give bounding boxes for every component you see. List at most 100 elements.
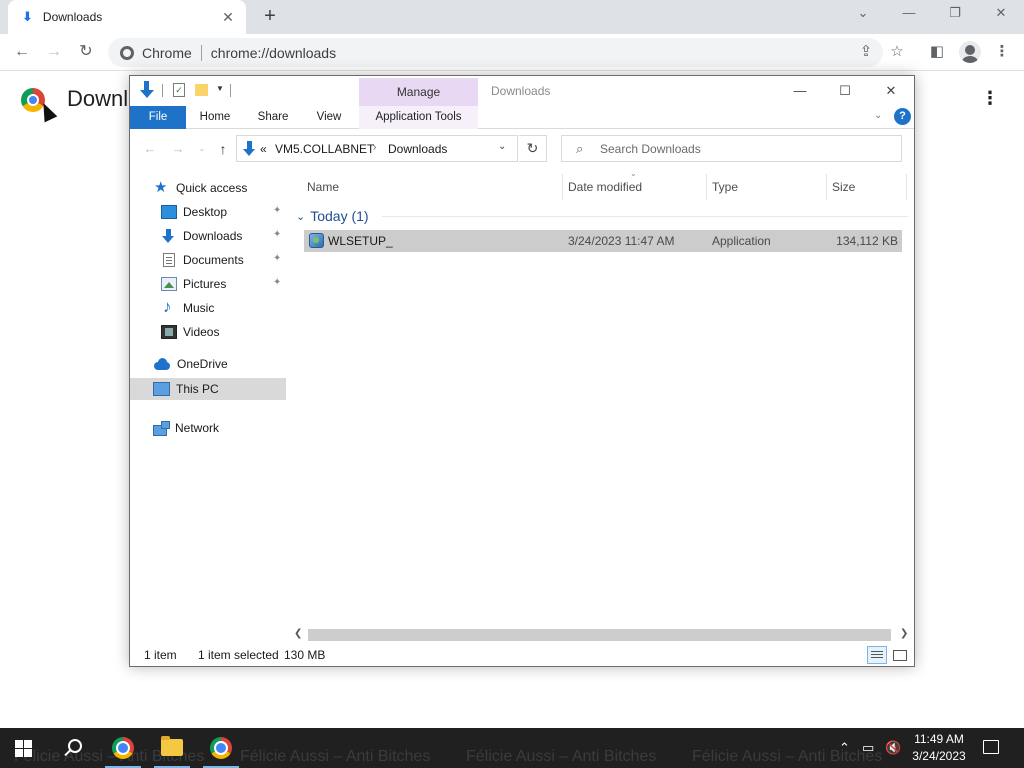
qat-separator	[162, 84, 163, 97]
file-row-wlsetup[interactable]: WLSETUP_ 3/24/2023 11:47 AM Application …	[304, 230, 902, 252]
volume-muted-icon[interactable]: 🔇	[885, 740, 901, 756]
status-selected: 1 item selected	[198, 648, 279, 662]
tab-downloads[interactable]: ⬇ Downloads ✕	[8, 0, 246, 34]
tab-home[interactable]: Home	[190, 106, 240, 129]
search-input[interactable]	[600, 139, 890, 158]
side-panel-icon[interactable]: ◧	[926, 41, 948, 63]
up-arrow-icon[interactable]: ↑	[215, 141, 231, 157]
download-icon: ⬇	[22, 9, 33, 24]
breadcrumb-overflow[interactable]: «	[260, 142, 267, 156]
restore-button[interactable]: ❐	[943, 5, 967, 25]
group-divider	[382, 216, 908, 217]
tab-search-icon[interactable]: ⌄	[851, 5, 875, 25]
profile-avatar[interactable]	[959, 41, 981, 63]
nav-desktop[interactable]: Desktop ✦	[130, 201, 286, 223]
scroll-left-icon[interactable]: ❮	[294, 628, 302, 639]
application-icon	[309, 233, 324, 248]
file-date-modified: 3/24/2023 11:47 AM	[568, 234, 675, 248]
bookmark-star-icon[interactable]: ☆	[886, 41, 908, 63]
start-button[interactable]	[15, 740, 32, 757]
breadcrumb-vm5-collabnet[interactable]: VM5.COLLABNET	[275, 142, 374, 156]
column-divider[interactable]	[706, 174, 707, 200]
scroll-right-icon[interactable]: ❯	[900, 628, 908, 639]
taskbar-clock[interactable]: 11:49 AM 3/24/2023	[904, 731, 974, 765]
reload-button[interactable]: ↻	[74, 41, 98, 63]
new-tab-button[interactable]: +	[258, 6, 282, 28]
network-icon	[153, 421, 170, 436]
collapse-group-icon[interactable]: ⌄	[296, 210, 305, 223]
tab-file[interactable]: File	[130, 106, 186, 129]
refresh-button[interactable]: ↻	[519, 135, 547, 162]
column-header-name[interactable]: Name	[307, 177, 339, 197]
column-divider[interactable]	[826, 174, 827, 200]
address-dropdown-icon[interactable]: ⌄	[498, 141, 506, 152]
help-icon[interactable]: ?	[894, 108, 911, 125]
pin-icon: ✦	[273, 277, 282, 288]
nav-music[interactable]: Music	[130, 297, 286, 319]
file-explorer-icon	[161, 736, 183, 756]
column-header-size[interactable]: Size	[832, 177, 855, 197]
search-box[interactable]: ⌕	[561, 135, 902, 162]
details-view-button[interactable]	[867, 646, 887, 664]
column-divider[interactable]	[906, 174, 907, 200]
chrome-menu-icon[interactable]: ⋮	[991, 41, 1013, 63]
close-tab-icon[interactable]: ✕	[220, 9, 236, 26]
explorer-address-bar[interactable]: « VM5.COLLABNET › Downloads ⌄	[236, 135, 518, 162]
this-pc-icon	[153, 382, 170, 396]
column-header-date-modified[interactable]: Date modified	[568, 177, 642, 197]
nav-network[interactable]: Network	[130, 417, 286, 439]
share-icon[interactable]: ⇪	[855, 41, 877, 63]
taskbar-chrome[interactable]	[99, 728, 147, 768]
pin-icon: ✦	[273, 205, 282, 216]
large-icons-view-button[interactable]	[889, 646, 909, 664]
breadcrumb-downloads[interactable]: Downloads	[388, 142, 447, 156]
breadcrumb-chevron-icon[interactable]: ›	[373, 142, 376, 153]
customize-qat-icon[interactable]: ▼	[216, 84, 224, 93]
explorer-titlebar: ✓ ▼ Manage Downloads — ☐ ✕	[130, 76, 914, 106]
notification-center-icon[interactable]	[983, 740, 999, 754]
nav-documents[interactable]: Documents ✦	[130, 249, 286, 271]
chrome-site-icon	[120, 45, 134, 60]
new-folder-icon[interactable]	[195, 84, 208, 96]
column-header-type[interactable]: Type	[712, 177, 738, 197]
recent-locations-icon[interactable]: ⌄	[194, 141, 210, 157]
nav-this-pc[interactable]: This PC	[130, 378, 286, 400]
taskbar-file-explorer[interactable]	[148, 728, 196, 768]
tab-manage[interactable]: Manage	[359, 78, 478, 106]
network-tray-icon[interactable]: ▭	[862, 740, 874, 756]
forward-button[interactable]: →	[42, 41, 66, 63]
back-arrow-icon[interactable]: ←	[142, 141, 158, 157]
pictures-icon	[161, 277, 177, 291]
explorer-minimize-button[interactable]: —	[790, 82, 810, 100]
horizontal-scrollbar[interactable]: ❮ ❯	[291, 627, 913, 643]
nav-pictures[interactable]: Pictures ✦	[130, 273, 286, 295]
taskbar-chrome-2[interactable]	[197, 728, 245, 768]
explorer-close-button[interactable]: ✕	[881, 82, 901, 100]
column-divider[interactable]	[562, 174, 563, 200]
minimize-button[interactable]: —	[897, 5, 921, 25]
nav-videos[interactable]: Videos	[130, 321, 286, 343]
taskbar-search-icon[interactable]	[63, 738, 83, 758]
nav-downloads[interactable]: Downloads ✦	[130, 225, 286, 247]
nav-quick-access[interactable]: Quick access	[130, 177, 286, 199]
group-header-today[interactable]: ⌄ Today (1)	[296, 206, 369, 226]
tab-view[interactable]: View	[306, 106, 352, 129]
forward-arrow-icon[interactable]: →	[170, 141, 186, 157]
windows-taskbar: Félicie Aussi – Anti Bitches Félicie Aus…	[0, 728, 1024, 768]
show-hidden-icons-chevron-icon[interactable]: ⌃	[839, 740, 850, 756]
expand-ribbon-icon[interactable]: ⌄	[874, 110, 882, 121]
back-button[interactable]: ←	[10, 41, 34, 63]
close-window-button[interactable]: ✕	[989, 5, 1013, 25]
nav-onedrive[interactable]: OneDrive	[130, 353, 286, 375]
address-bar[interactable]: Chrome chrome://downloads	[108, 38, 883, 67]
scrollbar-thumb[interactable]	[308, 629, 891, 641]
onedrive-cloud-icon	[153, 357, 171, 371]
tab-share[interactable]: Share	[248, 106, 298, 129]
explorer-maximize-button[interactable]: ☐	[835, 82, 855, 100]
desktop-icon	[161, 205, 177, 219]
clock-date: 3/24/2023	[912, 749, 966, 763]
taskbar-background-text: Félicie Aussi – Anti Bitches	[466, 748, 657, 765]
properties-icon[interactable]: ✓	[173, 83, 185, 97]
tab-application-tools[interactable]: Application Tools	[359, 106, 478, 129]
downloads-menu-icon[interactable]: ⋮	[978, 88, 1002, 112]
